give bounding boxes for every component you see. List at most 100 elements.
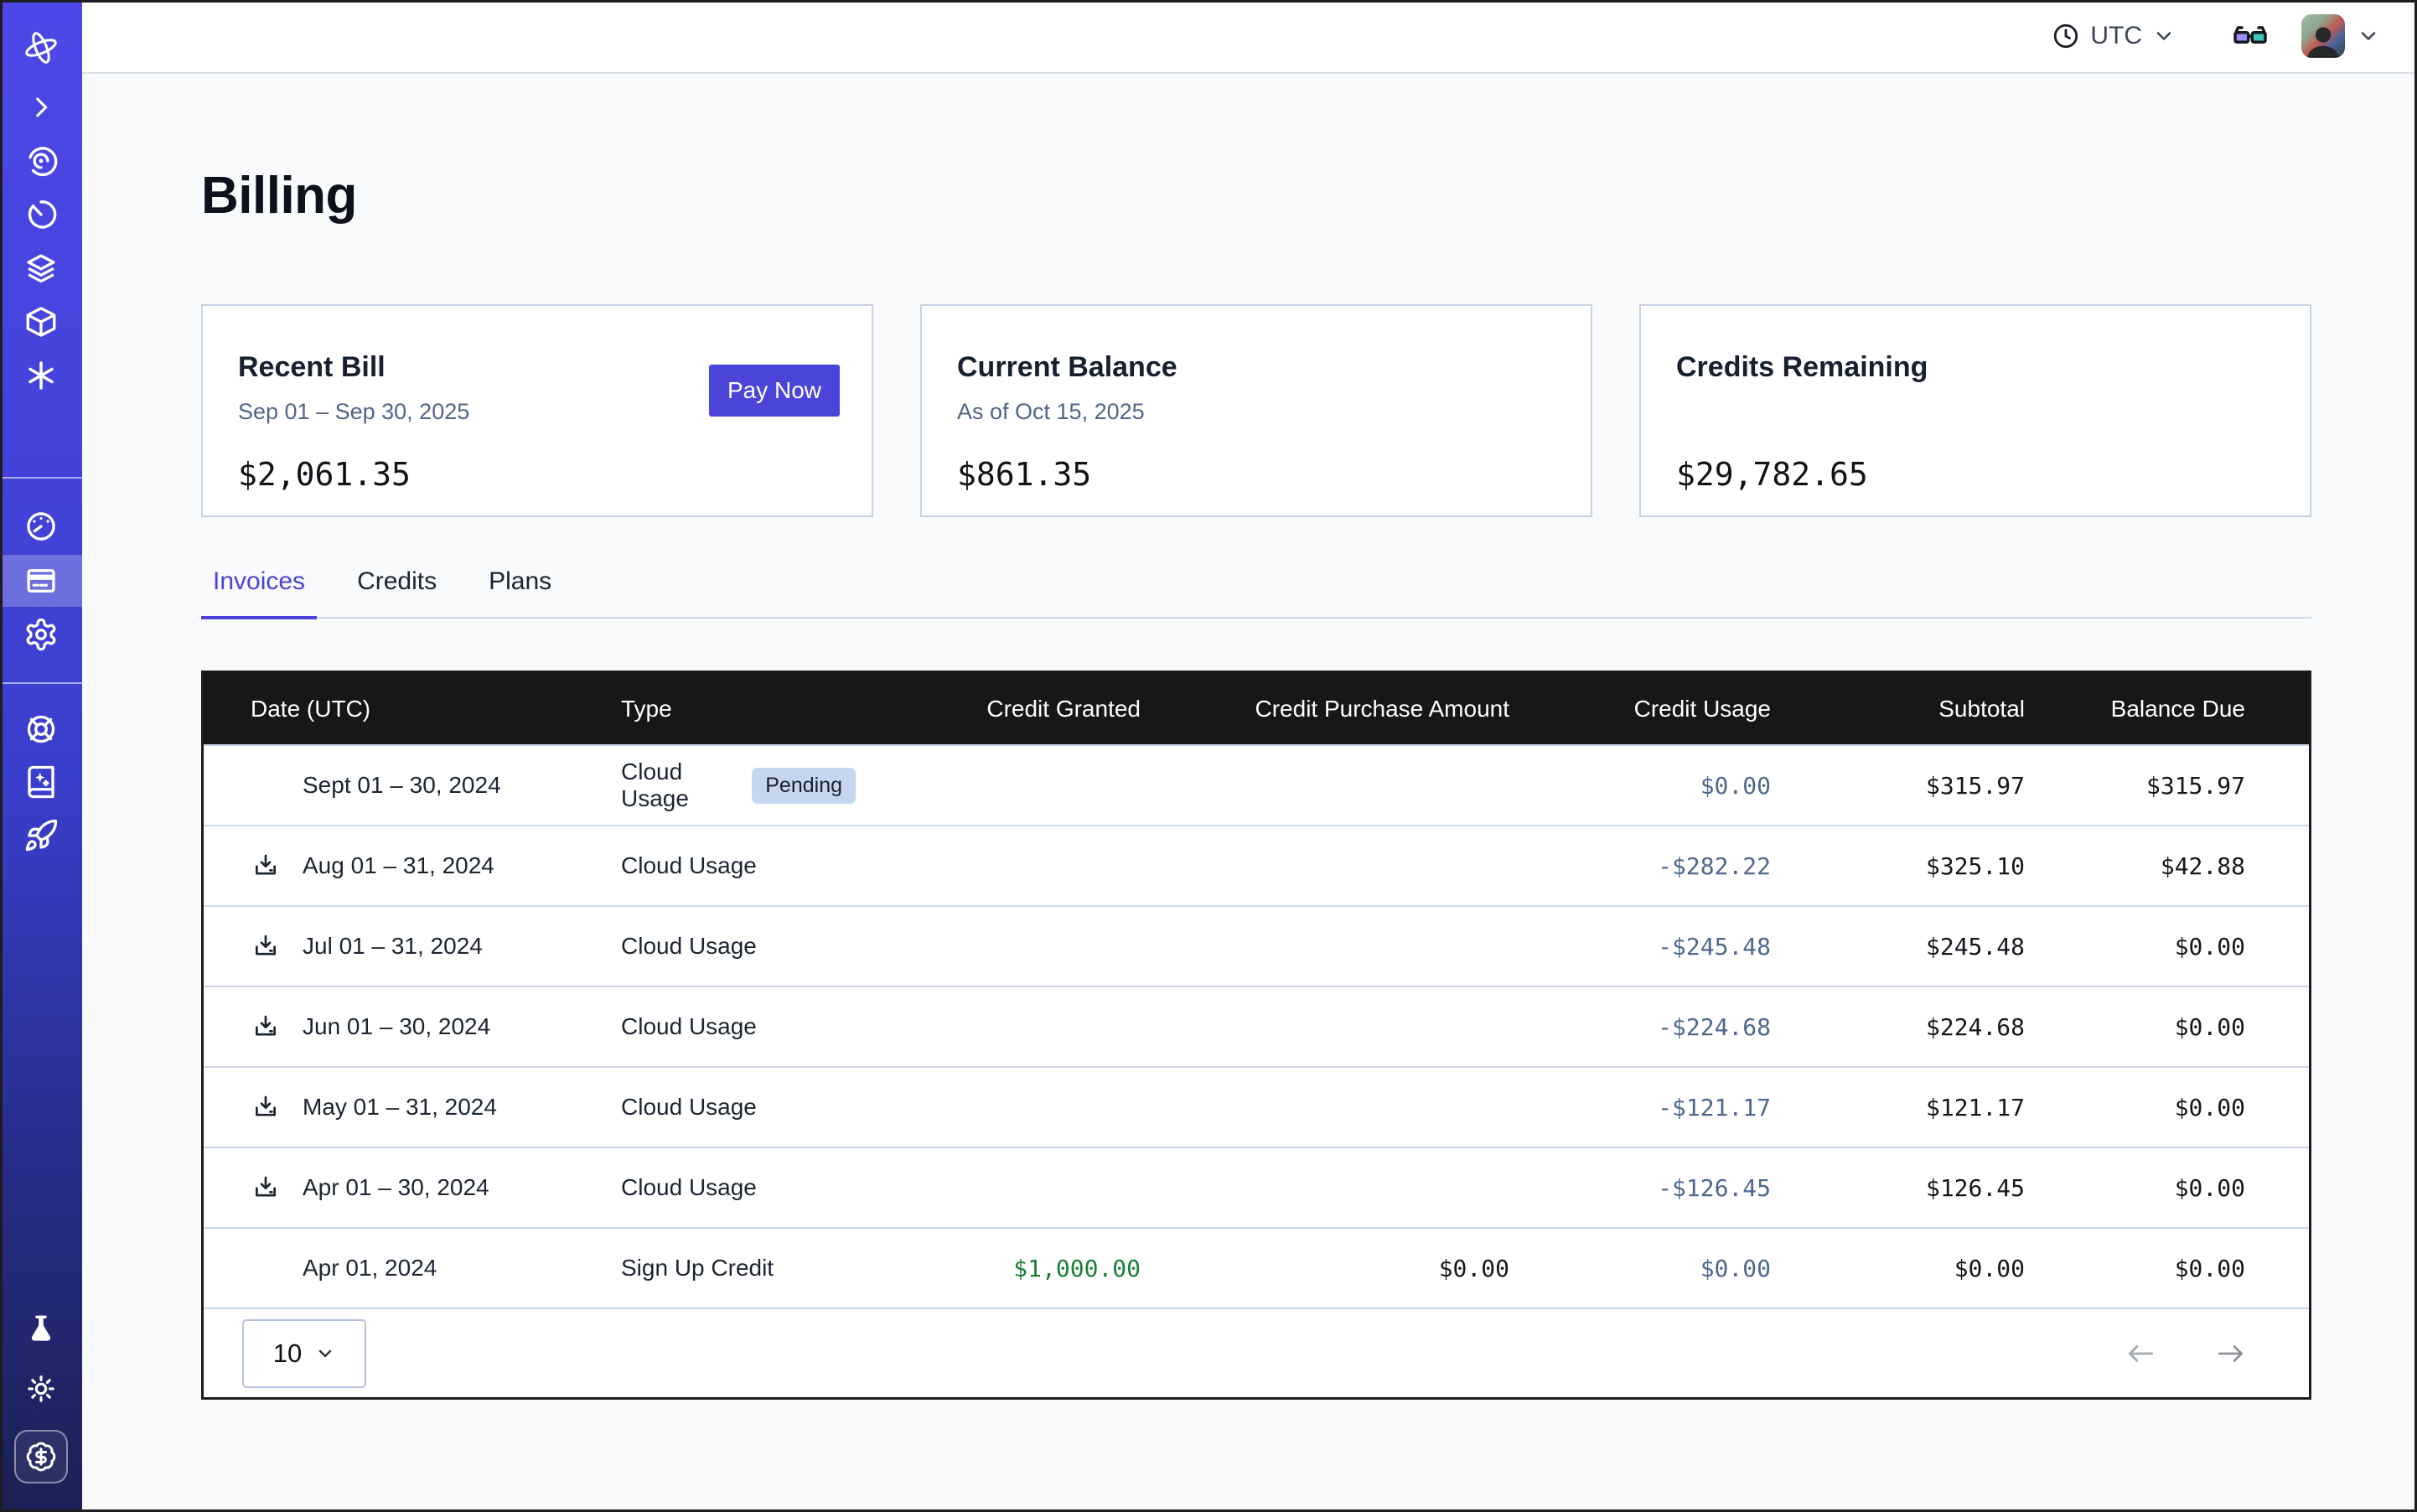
table-row: Apr 01, 2024 Sign Up Credit $1,000.00 $0… [204, 1227, 2309, 1307]
arrow-left-icon [2123, 1336, 2158, 1371]
balance-due: $0.00 [2025, 1013, 2245, 1041]
current-balance-amount: $861.35 [957, 456, 1555, 493]
next-page-button[interactable] [2213, 1336, 2249, 1371]
rocket-icon [23, 818, 59, 853]
sidebar-divider [0, 477, 82, 479]
layers-icon [23, 251, 59, 286]
recent-bill-amount: $2,061.35 [238, 456, 836, 493]
invoice-type: Sign Up Credit [621, 1255, 774, 1282]
balance-due: $0.00 [2025, 1174, 2245, 1202]
sidebar-expand[interactable] [0, 81, 82, 133]
sidebar-item-observe[interactable] [0, 135, 82, 187]
sidebar-item-packages[interactable] [0, 296, 82, 348]
sidebar-item-layers[interactable] [0, 242, 82, 294]
topbar: UTC [82, 0, 2417, 74]
credits-remaining-amount: $29,782.65 [1676, 456, 2275, 493]
invoice-type: Cloud Usage [621, 1013, 757, 1040]
reader-mode-button[interactable] [2231, 17, 2269, 55]
sidebar-item-billing[interactable] [0, 555, 82, 607]
gauge-icon [23, 509, 59, 544]
invoice-type: Cloud Usage [621, 759, 733, 812]
card-subtitle: As of Oct 15, 2025 [957, 399, 1555, 426]
download-invoice-button[interactable] [251, 1092, 281, 1122]
timezone-selector[interactable]: UTC [2052, 22, 2176, 50]
table-row: Jul 01 – 31, 2024 Cloud Usage -$245.48 $… [204, 905, 2309, 986]
chevron-down-icon [2152, 24, 2176, 48]
sidebar-item-docs[interactable] [0, 756, 82, 808]
card-title: Credits Remaining [1676, 351, 2275, 384]
wheel-icon [23, 712, 59, 747]
sidebar-item-support[interactable] [0, 703, 82, 755]
invoice-date: Apr 01 – 30, 2024 [303, 1174, 489, 1201]
credit-usage: -$121.17 [1509, 1094, 1771, 1121]
invoice-date: Apr 01, 2024 [303, 1255, 437, 1282]
pay-now-button[interactable]: Pay Now [709, 365, 840, 417]
sidebar-item-deploy[interactable] [0, 810, 82, 862]
user-avatar[interactable] [2301, 14, 2345, 58]
download-invoice-button[interactable] [251, 851, 281, 881]
invoice-date: Aug 01 – 31, 2024 [303, 852, 494, 879]
download-invoice-button[interactable] [251, 1173, 281, 1203]
sidebar [0, 0, 82, 1512]
money-badge-icon [25, 1441, 57, 1473]
credit-usage: -$245.48 [1509, 933, 1771, 961]
arrow-right-icon [2213, 1336, 2249, 1371]
page-size-select[interactable]: 10 [242, 1319, 366, 1388]
sidebar-item-usage[interactable] [0, 500, 82, 552]
subtotal: $121.17 [1771, 1094, 2025, 1121]
invoice-type: Cloud Usage [621, 852, 757, 879]
gear-icon [23, 617, 59, 652]
table-row: Jun 01 – 30, 2024 Cloud Usage -$224.68 $… [204, 986, 2309, 1066]
download-invoice-button[interactable] [251, 1012, 281, 1042]
eye-spiral-icon [23, 143, 59, 179]
credit-usage: $0.00 [1509, 772, 1771, 800]
credits-button[interactable] [14, 1430, 68, 1484]
tab-invoices[interactable]: Invoices [201, 567, 317, 619]
cube-icon [23, 304, 59, 339]
book-sparkle-icon [23, 764, 59, 800]
invoice-type: Cloud Usage [621, 933, 757, 960]
sidebar-item-theme[interactable] [0, 1363, 82, 1415]
balance-due: $0.00 [2025, 933, 2245, 961]
sidebar-item-settings[interactable] [0, 608, 82, 660]
sidebar-divider [0, 682, 82, 684]
credit-usage: -$126.45 [1509, 1174, 1771, 1202]
table-row: Apr 01 – 30, 2024 Cloud Usage -$126.45 $… [204, 1147, 2309, 1227]
sidebar-item-labs[interactable] [0, 1304, 82, 1356]
subtotal: $126.45 [1771, 1174, 2025, 1202]
orbit-logo-icon [22, 28, 60, 67]
app-logo-icon[interactable] [0, 23, 82, 72]
table-row: Aug 01 – 31, 2024 Cloud Usage -$282.22 $… [204, 825, 2309, 905]
tab-credits[interactable]: Credits [345, 567, 448, 619]
pagination [2123, 1336, 2249, 1371]
subtotal: $245.48 [1771, 933, 2025, 961]
col-credit-granted: Credit Granted [856, 696, 1141, 722]
prev-page-button[interactable] [2123, 1336, 2158, 1371]
subtotal: $325.10 [1771, 852, 2025, 880]
download-invoice-button[interactable] [251, 931, 281, 961]
invoice-type: Cloud Usage [621, 1174, 757, 1201]
table-row: May 01 – 31, 2024 Cloud Usage -$121.17 $… [204, 1066, 2309, 1147]
sidebar-item-functions[interactable] [0, 350, 82, 401]
app-window: UTC Billing [0, 0, 2417, 1512]
account-menu-chevron-icon[interactable] [2357, 24, 2380, 48]
col-subtotal: Subtotal [1771, 696, 2025, 722]
subtotal: $315.97 [1771, 772, 2025, 800]
invoice-date: Jun 01 – 30, 2024 [303, 1013, 490, 1040]
invoice-date: Jul 01 – 31, 2024 [303, 933, 483, 960]
col-date: Date (UTC) [251, 696, 621, 722]
main-content: Billing Recent Bill Sep 01 – Sep 30, 202… [82, 74, 2417, 1512]
balance-due: $0.00 [2025, 1094, 2245, 1121]
subtotal: $224.68 [1771, 1013, 2025, 1041]
tab-plans[interactable]: Plans [477, 567, 563, 619]
credits-remaining-card: Credits Remaining $29,782.65 [1639, 304, 2311, 517]
credit-purchase: $0.00 [1141, 1255, 1509, 1282]
person-silhouette [2301, 18, 2345, 58]
history-timer-icon [23, 197, 59, 232]
col-type: Type [621, 696, 856, 722]
sidebar-item-history[interactable] [0, 189, 82, 241]
billing-tabs: Invoices Credits Plans [201, 567, 2311, 619]
credit-granted: $1,000.00 [856, 1255, 1141, 1282]
download-icon [251, 852, 280, 880]
download-icon [251, 932, 280, 961]
